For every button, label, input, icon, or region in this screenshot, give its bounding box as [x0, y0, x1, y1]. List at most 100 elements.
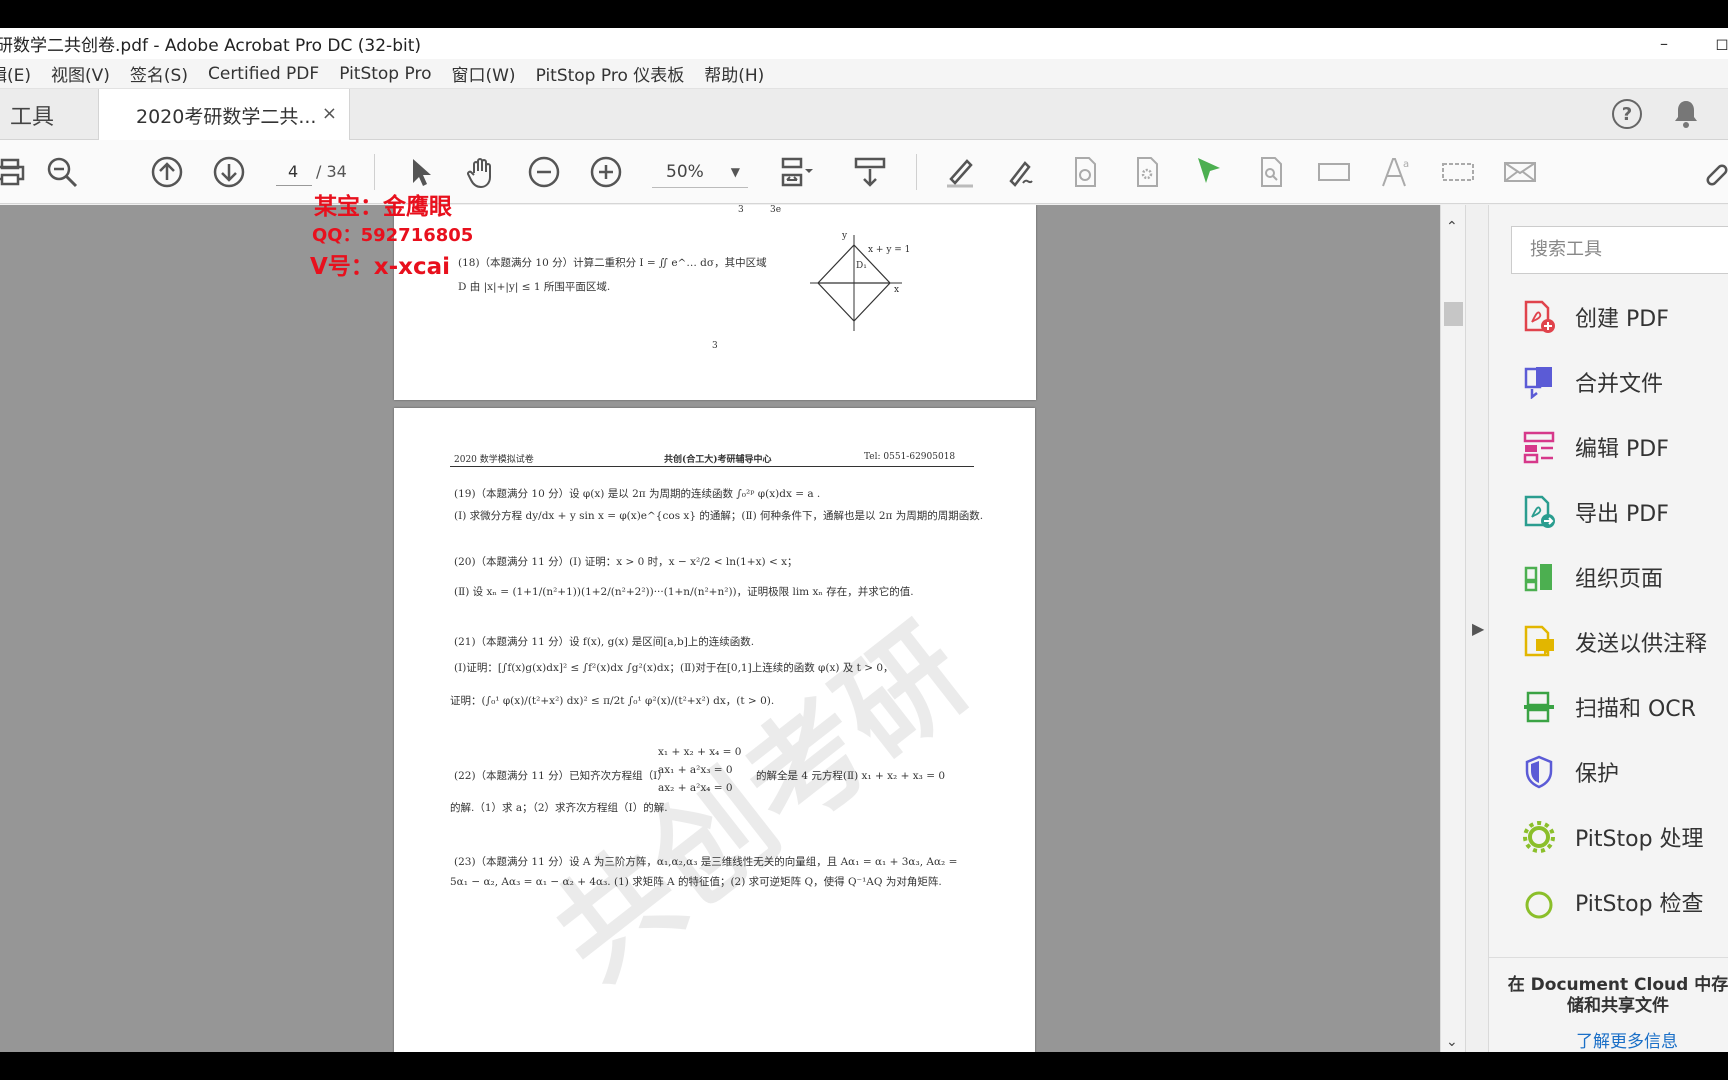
question-18-region: D 由 |x|+|y| ≤ 1 所围平面区域. [458, 281, 611, 293]
gear-icon [1521, 819, 1557, 855]
tool-scan-ocr[interactable]: 扫描和 OCR [1521, 685, 1696, 729]
previous-page-icon[interactable] [149, 154, 185, 190]
diagram-y-label: y [842, 231, 848, 241]
tool-send-for-comments[interactable]: 发送以供注释 [1521, 620, 1707, 664]
inspect-icon [1521, 884, 1557, 920]
tool-protect[interactable]: 保护 [1521, 750, 1619, 794]
tab-document-label: 2020考研数学二共... [136, 105, 317, 128]
select-cursor-icon[interactable] [402, 154, 438, 190]
tool-label: 导出 PDF [1575, 502, 1669, 527]
overlay-line: 某宝：金鹰眼 [314, 194, 452, 220]
tab-document[interactable]: 2020考研数学二共... × [98, 89, 350, 141]
tool-label: 组织页面 [1575, 567, 1664, 592]
tool-combine-files[interactable]: 合并文件 [1521, 360, 1663, 404]
zoom-in-icon[interactable] [588, 154, 624, 190]
tool-create-pdf[interactable]: 创建 PDF [1521, 295, 1669, 339]
tool-organize-pages[interactable]: 组织页面 [1521, 555, 1663, 599]
acrobat-window: 研数学二共创卷.pdf - Adobe Acrobat Pro DC (32-b… [0, 28, 1728, 1052]
tool-label: 编辑 PDF [1575, 437, 1669, 462]
minimize-button[interactable]: – [1644, 28, 1684, 59]
question-20: (20)（本题满分 11 分）(Ⅰ) 证明：x > 0 时，x − x²/2 <… [454, 556, 798, 568]
equation-system-row: ax₂ + a²x₄ = 0 [658, 782, 733, 794]
question-19: (19)（本题满分 10 分）设 φ(x) 是以 2π 为周期的连续函数 ∫₀²… [454, 488, 821, 500]
tool-label: 发送以供注释 [1575, 632, 1708, 657]
page-number: 3 [712, 341, 718, 351]
fit-page-icon[interactable] [778, 154, 814, 190]
tool-pitstop-process[interactable]: PitStop 处理 [1521, 815, 1704, 859]
zoom-dropdown[interactable]: 50% ▼ [652, 156, 748, 188]
combine-files-icon [1521, 364, 1557, 400]
tool-export-pdf[interactable]: 导出 PDF [1521, 490, 1669, 534]
menu-certified-pdf[interactable]: Certified PDF [208, 64, 319, 84]
learn-more-link[interactable]: 了解更多信息 [1489, 1027, 1728, 1052]
next-page-icon[interactable] [211, 154, 247, 190]
close-tab-icon[interactable]: × [322, 103, 337, 124]
help-icon[interactable]: ? [1612, 99, 1642, 129]
send-comments-icon [1521, 624, 1557, 660]
toolbar-divider [374, 154, 375, 190]
crop-box-icon[interactable] [1440, 154, 1476, 190]
create-pdf-icon [1521, 299, 1557, 335]
question-21: (21)（本题满分 11 分）设 f(x), g(x) 是区间[a,b]上的连续… [454, 636, 755, 648]
tab-tools[interactable]: 工具 [0, 89, 98, 140]
window-title: 研数学二共创卷.pdf - Adobe Acrobat Pro DC (32-b… [0, 36, 422, 56]
overlay-line: QQ：592716805 [312, 225, 474, 246]
menu-view[interactable]: 视图(V) [51, 61, 110, 86]
letterbox-top [0, 0, 1728, 28]
diagram-line-label: x + y = 1 [868, 245, 911, 255]
pdf-page: 3 3e (18)（本题满分 10 分）计算二重积分 I = ∬ e^… dσ，… [394, 205, 1036, 400]
chevron-down-icon: ▼ [730, 165, 740, 179]
pitstop-select-icon[interactable] [1191, 154, 1227, 190]
maximize-button[interactable]: ◻ [1702, 28, 1728, 59]
question-23-cont: 5α₁ − α₂, Aα₃ = α₁ − α₂ + 4α₃. (1) 求矩阵 A… [450, 876, 942, 888]
letterbox-bottom [0, 1052, 1728, 1080]
tab-bar: 工具 2020考研数学二共... × ? [0, 89, 1728, 141]
scroll-down-icon[interactable]: ⌄ [1446, 1034, 1458, 1050]
svg-text:a: a [1403, 159, 1409, 170]
zoom-search-icon[interactable] [44, 154, 80, 190]
page-total: / 34 [316, 162, 347, 181]
tools-pane: 搜索工具 创建 PDF 合并文件 编辑 PDF 导出 PDF 组织页面 发送以供… [1488, 205, 1728, 1052]
document-settings-icon[interactable] [1129, 154, 1165, 190]
question-22-cont: 的解全是 4 元方程(Ⅱ) x₁ + x₂ + x₃ = 0 [756, 770, 946, 782]
menu-help[interactable]: 帮助(H) [704, 61, 764, 86]
mail-icon[interactable] [1502, 154, 1538, 190]
menu-pitstop-dashboard[interactable]: PitStop Pro 仪表板 [536, 61, 685, 86]
question-23: (23)（本题满分 11 分）设 A 为三阶方阵，α₁,α₂,α₃ 是三维线性无… [454, 856, 958, 868]
signature-icon[interactable] [1004, 154, 1040, 190]
zoom-out-icon[interactable] [526, 154, 562, 190]
scrollbar-thumb[interactable] [1444, 302, 1463, 326]
document-view[interactable]: 3 3e (18)（本题满分 10 分）计算二重积分 I = ∬ e^… dσ，… [0, 205, 1440, 1052]
tool-edit-pdf[interactable]: 编辑 PDF [1521, 425, 1669, 469]
toolbar-divider [916, 154, 917, 190]
scan-ocr-icon [1521, 689, 1557, 725]
tool-pitstop-inspect[interactable]: PitStop 检查 [1521, 880, 1704, 924]
scroll-mode-icon[interactable] [852, 154, 888, 190]
scroll-up-icon[interactable]: ⌃ [1446, 219, 1458, 235]
document-cloud-title: 在 Document Cloud 中存储和共享文件 [1507, 975, 1728, 1016]
tool-label: 创建 PDF [1575, 307, 1669, 332]
link-tool-icon[interactable] [1702, 154, 1728, 190]
bell-icon[interactable] [1672, 99, 1700, 129]
top-fragment: 3e [770, 205, 782, 215]
stamp-document-icon[interactable] [1067, 154, 1103, 190]
diagram-d1-label: D₁ [856, 261, 867, 271]
search-tools-input[interactable]: 搜索工具 [1511, 226, 1728, 274]
text-tool-icon[interactable]: a [1378, 154, 1414, 190]
vertical-scrollbar[interactable]: ⌃ ⌄ [1440, 205, 1465, 1052]
hand-tool-icon[interactable] [464, 154, 500, 190]
inspect-document-icon[interactable] [1253, 154, 1289, 190]
expand-arrow-icon[interactable]: ▶ [1472, 619, 1484, 638]
question-20-part2: (Ⅱ) 设 xₙ = (1+1/(n²+1))(1+2/(n²+2²))···(… [454, 586, 914, 598]
tool-label: 合并文件 [1575, 372, 1664, 397]
rectangle-icon[interactable] [1316, 154, 1352, 190]
header-rule [450, 466, 974, 467]
menu-edit[interactable]: 辑(E) [0, 61, 31, 86]
pane-toggle[interactable]: ▶ [1465, 205, 1488, 1052]
menu-pitstop-pro[interactable]: PitStop Pro [339, 64, 431, 84]
menu-window[interactable]: 窗口(W) [451, 61, 515, 86]
print-icon[interactable] [0, 154, 28, 190]
menu-sign[interactable]: 签名(S) [130, 61, 188, 86]
highlight-pen-icon[interactable] [942, 154, 978, 190]
page-number-input[interactable]: 4 [276, 158, 312, 186]
